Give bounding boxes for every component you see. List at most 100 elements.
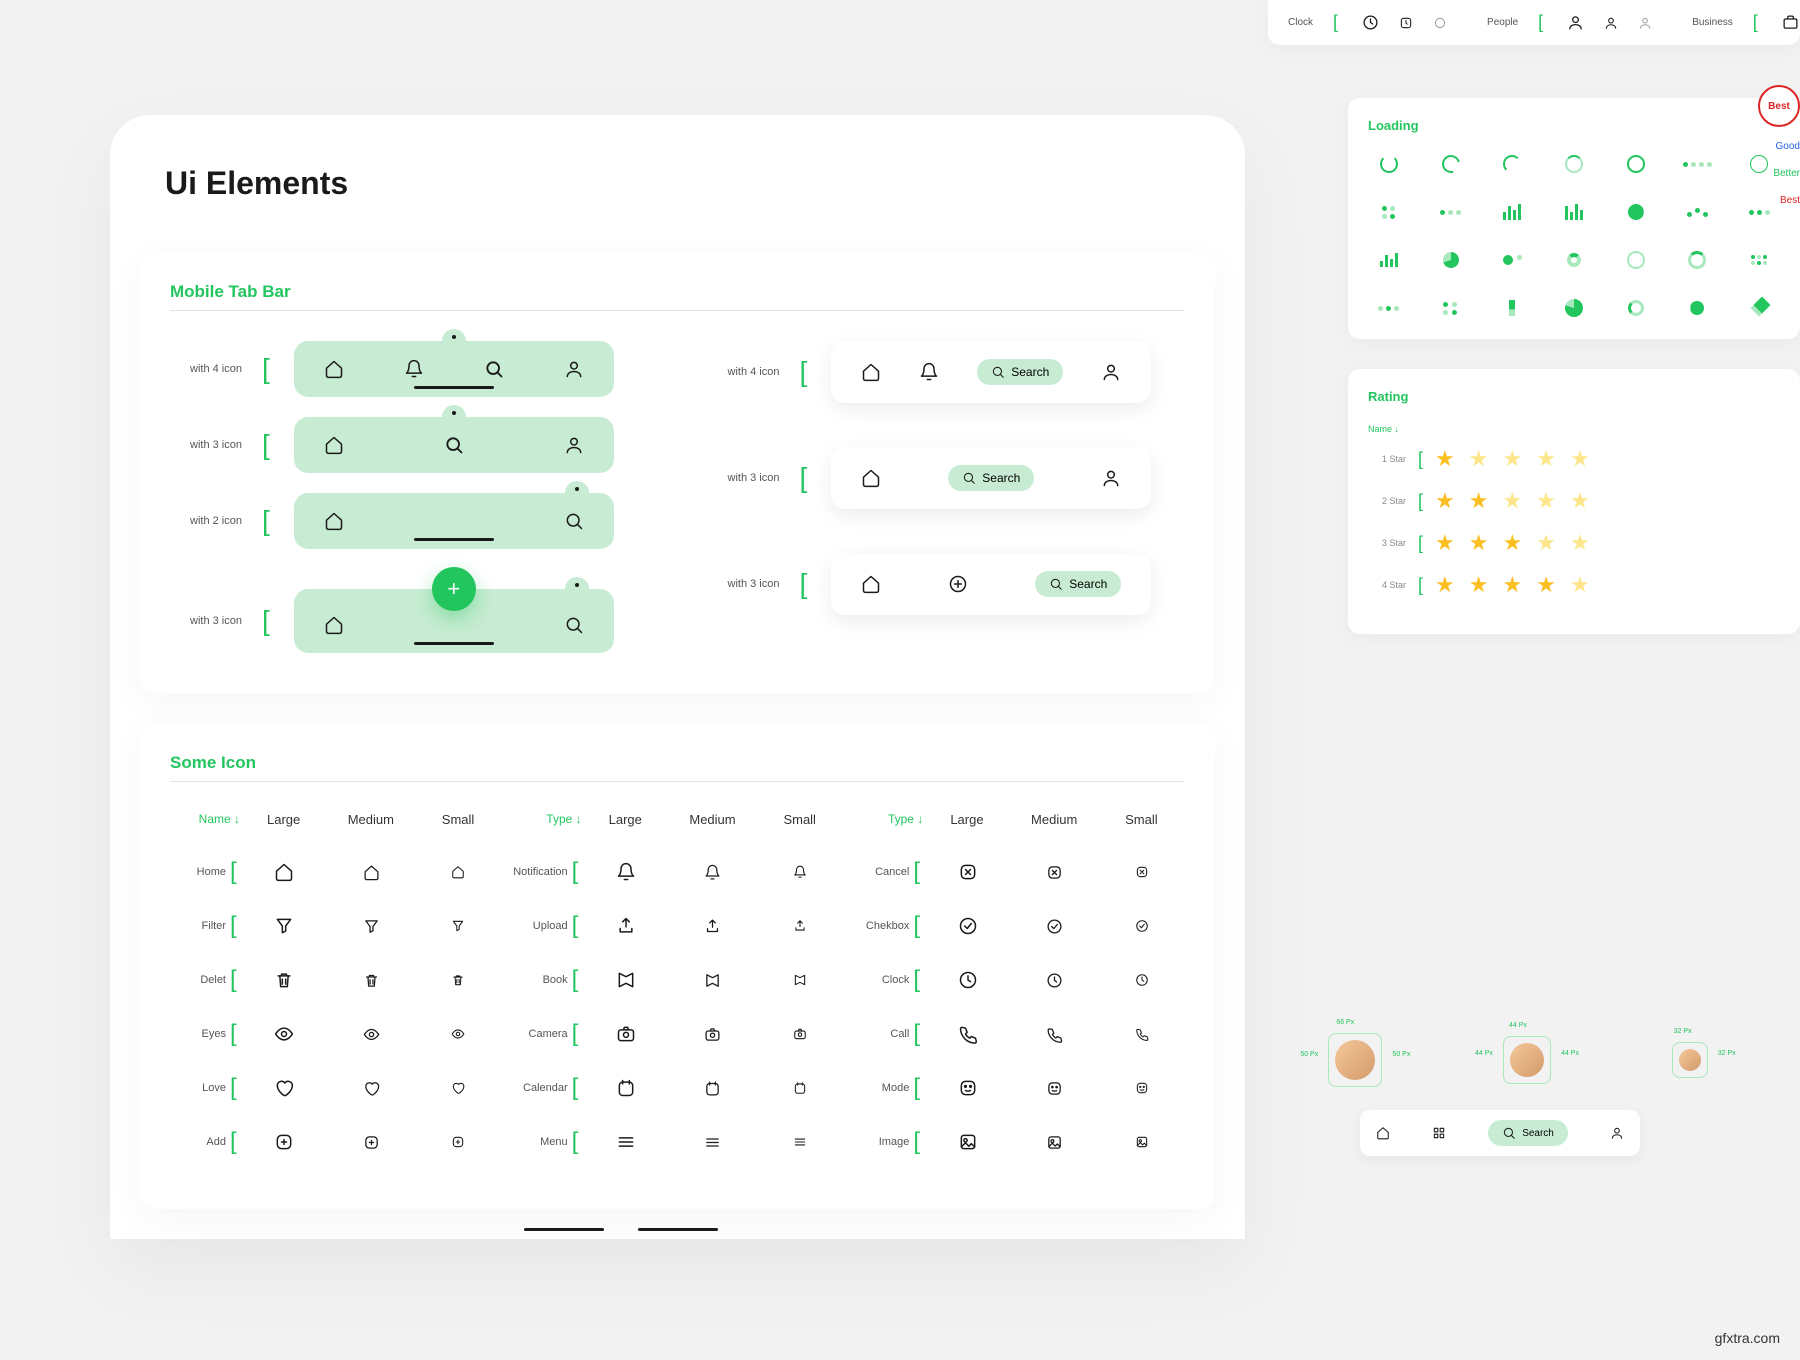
icon-row-label: Mode [853,1082,909,1094]
search-pill[interactable]: Search [948,465,1034,491]
star-icon[interactable]: ★ [1435,488,1455,514]
star-icon[interactable]: ★ [1502,572,1522,598]
filter-icon [451,919,465,933]
tab-label: with 3 icon [170,615,242,627]
icon-row-label: Eyes [170,1028,226,1040]
icon-row-label: Delet [170,974,226,986]
search-pill[interactable]: Search [1035,571,1121,597]
loader-icon [1686,153,1708,175]
col-name: Name ↓ [170,812,240,827]
star-icon[interactable]: ★ [1536,572,1556,598]
star-icon[interactable]: ★ [1536,530,1556,556]
loader-icon [1563,297,1585,319]
search-icon [991,365,1005,379]
home-icon[interactable] [861,574,881,594]
star-icon[interactable]: ★ [1570,530,1590,556]
star-icon[interactable]: ★ [1536,488,1556,514]
bell-icon[interactable] [919,362,939,382]
home-icon[interactable] [861,468,881,488]
loader-icon [1748,249,1770,271]
chekbox-icon [958,916,978,936]
love-icon [363,1080,380,1097]
star-icon[interactable]: ★ [1435,572,1455,598]
home-icon[interactable] [324,511,344,531]
briefcase-icon [1782,14,1799,31]
user-icon[interactable] [1610,1126,1624,1140]
user-icon [1638,16,1652,30]
rating-row-label: 2 Star [1368,496,1406,506]
home-icon[interactable] [324,615,344,635]
tab-bar-3icon[interactable] [294,417,614,473]
loader-icon [1501,249,1523,271]
search-icon[interactable] [564,615,584,635]
section-title-tabbar: Mobile Tab Bar [170,282,1185,302]
star-icon[interactable]: ★ [1469,530,1489,556]
mode-icon [958,1078,978,1098]
bell-icon[interactable] [404,359,424,379]
user-icon[interactable] [564,435,584,455]
tab-bar-white-3a[interactable]: Search [831,447,1151,509]
star-icon[interactable]: ★ [1570,488,1590,514]
home-icon[interactable] [1376,1126,1390,1140]
menu-icon [793,1135,807,1149]
star-icon[interactable]: ★ [1502,530,1522,556]
clock-icon [958,970,978,990]
star-icon[interactable]: ★ [1469,488,1489,514]
star-icon[interactable]: ★ [1536,446,1556,472]
clock-icon [1399,16,1413,30]
home-icon[interactable] [861,362,881,382]
tab-bar-4icon[interactable] [294,341,614,397]
icon-row-label: Book [512,974,568,986]
loader-icon [1501,153,1523,175]
star-icon[interactable]: ★ [1469,446,1489,472]
icon-row-label: Upload [512,920,568,932]
home-icon[interactable] [324,435,344,455]
icon-row-label: Add [170,1136,226,1148]
search-icon[interactable] [444,435,464,455]
icon-row-label: Chekbox [853,920,909,932]
loader-icon [1501,297,1523,319]
add-icon [274,1132,294,1152]
calendar-icon [793,1081,807,1095]
loader-icon [1378,153,1400,175]
star-icon[interactable]: ★ [1502,488,1522,514]
search-icon[interactable] [564,511,584,531]
avatar [1679,1049,1701,1071]
home-icon[interactable] [324,359,344,379]
add-icon [451,1135,465,1149]
add-fab[interactable]: + [432,567,476,611]
loader-icon [1625,249,1647,271]
tab-bar-2icon[interactable] [294,493,614,549]
love-icon [451,1081,465,1095]
loader-icon [1378,249,1400,271]
grid-icon[interactable] [1432,1126,1446,1140]
user-icon[interactable] [1101,362,1121,382]
search-icon [1502,1126,1516,1140]
star-icon[interactable]: ★ [1570,572,1590,598]
search-icon[interactable] [484,359,504,379]
user-icon[interactable] [1101,468,1121,488]
plus-circle-icon[interactable] [948,574,968,594]
tab-bar-fab[interactable]: + [294,589,614,653]
icon-row-label: Love [170,1082,226,1094]
eyes-icon [274,1024,294,1044]
tag-best: Best [1780,193,1800,208]
loader-icon [1440,297,1462,319]
some-icon-section: Some Icon Name ↓LargeMediumSmallHome[Fil… [140,723,1215,1209]
tab-bar-white-4[interactable]: Search [831,341,1151,403]
icon-row-label: Cancel [853,866,909,878]
star-icon[interactable]: ★ [1570,446,1590,472]
search-pill[interactable]: Search [1488,1120,1568,1146]
star-icon[interactable]: ★ [1469,572,1489,598]
loader-icon [1440,201,1462,223]
tab-label: with 3 icon [708,578,780,590]
loader-icon [1748,153,1770,175]
star-icon[interactable]: ★ [1502,446,1522,472]
search-pill[interactable]: Search [977,359,1063,385]
clock-icon [1362,14,1379,31]
chekbox-icon [1135,919,1149,933]
user-icon[interactable] [564,359,584,379]
star-icon[interactable]: ★ [1435,446,1455,472]
star-icon[interactable]: ★ [1435,530,1455,556]
tab-bar-white-3b[interactable]: Search [831,553,1151,615]
